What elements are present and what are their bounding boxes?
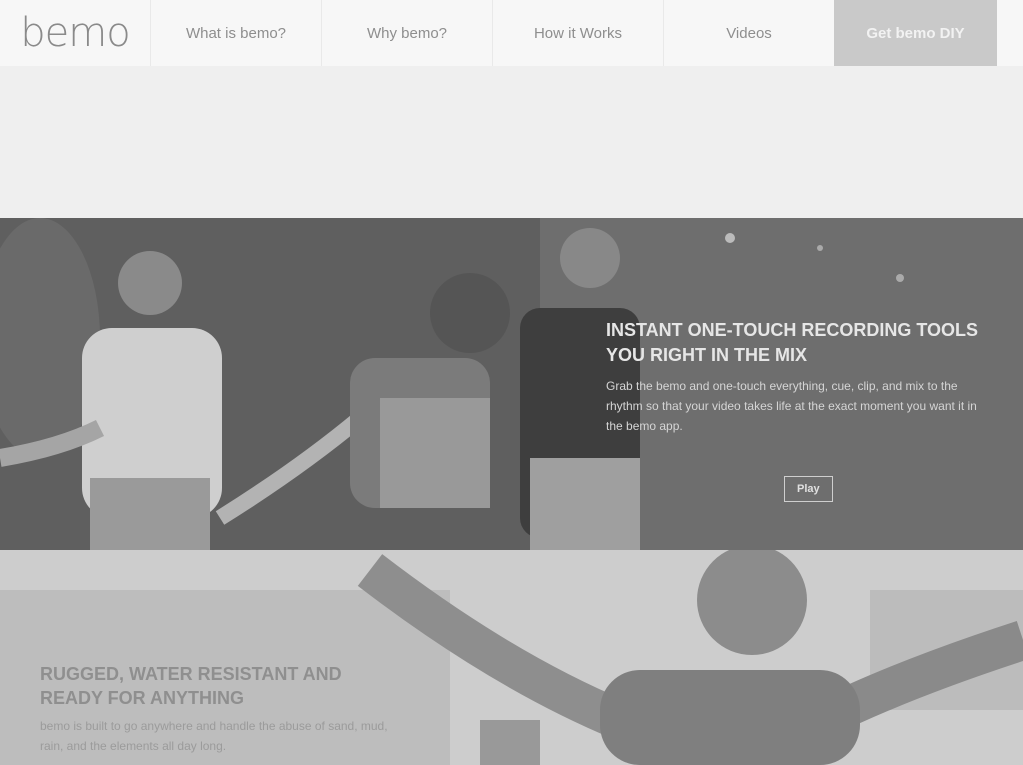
hero-title: Instant one-touch recording tools you ri… [606,320,979,365]
blank-section [0,66,1023,218]
nav-item-how-it-works[interactable]: How it Works [492,0,663,66]
nav-item-what-is-bemo[interactable]: What is bemo? [150,0,321,66]
nav-item-videos[interactable]: Videos [663,0,834,66]
get-bemo-button[interactable]: Get bemo DIY [834,0,997,66]
hero-play-button[interactable]: Play [784,476,833,502]
feature-title: Rugged, water resistant and ready for an… [40,664,342,708]
feature-content: Rugged, water resistant and ready for an… [40,662,400,756]
top-nav: bemo What is bemo? Why bemo? How it Work… [0,0,1023,66]
hero-content: Instant one-touch recording tools you ri… [606,318,986,502]
feature-description: bemo is built to go anywhere and handle … [40,719,388,753]
nav-item-why-bemo[interactable]: Why bemo? [321,0,492,66]
hero-section: Instant one-touch recording tools you ri… [0,218,1023,550]
bemo-logo[interactable]: bemo [0,0,150,66]
hero-description: Grab the bemo and one-touch everything, … [606,379,977,433]
feature-section: Rugged, water resistant and ready for an… [0,550,1023,765]
